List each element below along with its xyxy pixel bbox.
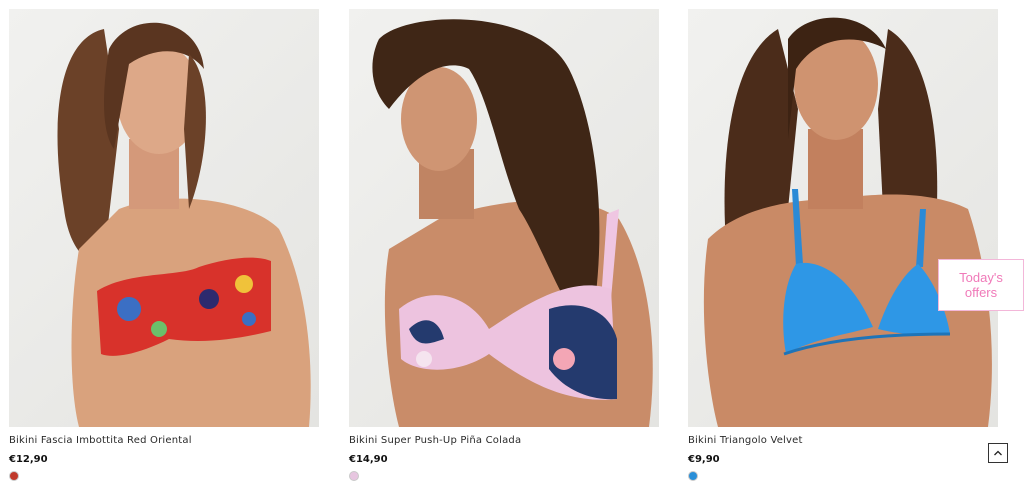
color-swatch[interactable]: [9, 471, 19, 481]
product-grid: Bikini Fascia Imbottita Red Oriental €12…: [0, 0, 1024, 485]
product-card[interactable]: Bikini Super Push-Up Piña Colada €14,90: [349, 9, 659, 481]
offers-line1: Today's: [959, 270, 1003, 285]
offers-line2: offers: [964, 285, 998, 300]
product-card[interactable]: Bikini Triangolo Velvet €9,90: [688, 9, 998, 481]
product-image[interactable]: [688, 9, 998, 427]
product-price: €12,90: [9, 454, 48, 465]
product-name[interactable]: Bikini Triangolo Velvet: [688, 435, 998, 446]
todays-offers-tab[interactable]: Today's offers: [938, 259, 1024, 311]
product-price: €14,90: [349, 454, 388, 465]
chevron-up-icon: [994, 450, 1002, 456]
product-name[interactable]: Bikini Super Push-Up Piña Colada: [349, 435, 659, 446]
product-card[interactable]: Bikini Fascia Imbottita Red Oriental €12…: [9, 9, 319, 481]
product-image[interactable]: [349, 9, 659, 427]
color-swatch[interactable]: [349, 471, 359, 481]
scroll-to-top-button[interactable]: [988, 443, 1008, 463]
color-swatch[interactable]: [688, 471, 698, 481]
product-name[interactable]: Bikini Fascia Imbottita Red Oriental: [9, 435, 319, 446]
product-price: €9,90: [688, 454, 720, 465]
product-image[interactable]: [9, 9, 319, 427]
